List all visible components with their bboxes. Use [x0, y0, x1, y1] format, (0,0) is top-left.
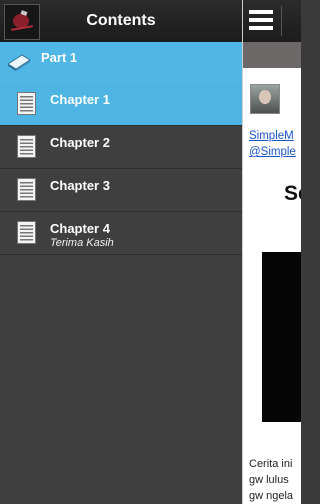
part-label: Part 1 [41, 50, 78, 65]
author-link[interactable]: SimpleM [249, 130, 294, 142]
main-content: SimpleM @Simple Se Cerita ini gw lulus g… [242, 0, 301, 504]
chapter-item-4[interactable]: Chapter 4 Terima Kasih [0, 211, 242, 255]
main-subbar [243, 42, 301, 68]
chapter-item-2[interactable]: Chapter 2 [0, 125, 242, 168]
chapter-label: Chapter 2 [50, 135, 110, 150]
body-line: Cerita ini [249, 458, 293, 470]
video-frame[interactable] [262, 252, 301, 422]
chapter-label: Chapter 1 [50, 92, 110, 107]
chapter-subtitle: Terima Kasih [50, 237, 114, 249]
chapter-label: Chapter 3 [50, 178, 110, 193]
body-line: gw lulus [249, 474, 289, 486]
document-icon [17, 221, 36, 244]
chapter-item-1[interactable]: Chapter 1 [0, 82, 242, 125]
body-line: gw ngela [249, 490, 294, 502]
book-icon [7, 54, 31, 71]
article-heading: Se [284, 182, 301, 205]
header-divider [281, 6, 282, 36]
article-body: Cerita ini gw lulus gw ngela [249, 456, 293, 504]
main-header [243, 0, 301, 42]
document-icon [17, 178, 36, 201]
navigation-drawer: Contents Part 1 Chapter 1 Chapter 2 Chap… [0, 0, 242, 504]
part-item[interactable]: Part 1 [0, 42, 242, 82]
document-icon [17, 135, 36, 158]
chapter-label: Chapter 4 [50, 221, 110, 236]
document-icon [17, 92, 36, 115]
hamburger-menu-icon[interactable] [249, 8, 275, 34]
chapter-item-3[interactable]: Chapter 3 [0, 168, 242, 211]
handle-link[interactable]: @Simple [249, 146, 296, 158]
author-avatar [250, 84, 280, 114]
drawer-header: Contents [0, 0, 242, 43]
drawer-title: Contents [86, 12, 156, 29]
